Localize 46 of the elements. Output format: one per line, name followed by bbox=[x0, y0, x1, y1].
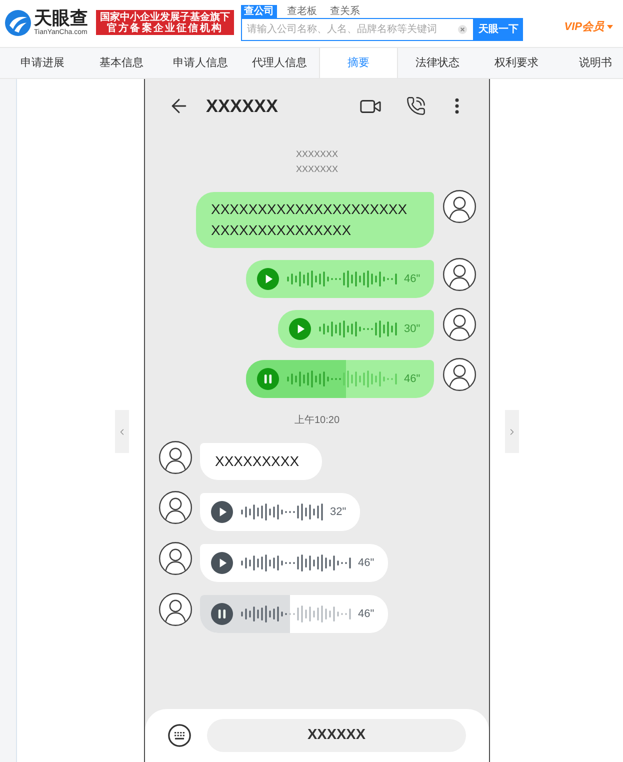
pause-icon[interactable] bbox=[257, 368, 279, 390]
nav-tab[interactable]: 代理人信息 bbox=[240, 48, 319, 78]
search-tab[interactable]: 查关系 bbox=[327, 5, 363, 18]
date-text: XXXXXXX bbox=[296, 163, 338, 176]
nav-tab[interactable]: 基本信息 bbox=[82, 48, 161, 78]
play-icon[interactable] bbox=[211, 501, 233, 523]
nav-tab[interactable]: 申请进展 bbox=[3, 48, 82, 78]
play-icon[interactable] bbox=[257, 268, 279, 290]
avatar-icon bbox=[159, 441, 192, 474]
badge-text: 国家中小企业发展子基金旗下 bbox=[100, 12, 230, 22]
keyboard-icon[interactable] bbox=[168, 724, 191, 747]
play-icon[interactable] bbox=[211, 552, 233, 574]
avatar-icon bbox=[443, 308, 476, 341]
chat-title: XXXXXX bbox=[206, 94, 280, 118]
avatar-icon bbox=[443, 258, 476, 291]
chat-message: XXXXXXXXXXXXXXXXXXXXXXXXXXXXXXXXXXXX bbox=[196, 192, 434, 248]
nav-tab[interactable]: 说明书 bbox=[556, 48, 623, 78]
voice-duration: 32" bbox=[330, 505, 346, 519]
avatar-icon bbox=[159, 593, 192, 626]
nav-tab[interactable]: 申请人信息 bbox=[161, 48, 240, 78]
voice-duration: 46" bbox=[358, 607, 374, 621]
time-label: 上午10:20 bbox=[294, 414, 340, 428]
pause-icon[interactable] bbox=[211, 603, 233, 625]
search-tab[interactable]: 查老板 bbox=[284, 5, 320, 18]
badge-text: 官方备案企业征信机构 bbox=[107, 22, 223, 34]
avatar-icon bbox=[159, 542, 192, 575]
logo-name: 天眼查 bbox=[34, 8, 89, 28]
avatar-icon bbox=[443, 190, 476, 223]
voice-duration: 30" bbox=[404, 322, 420, 336]
voice-input-button[interactable]: XXXXXX bbox=[207, 719, 466, 752]
voice-duration: 46" bbox=[404, 372, 420, 386]
nav-tab[interactable]: 权利要求 bbox=[477, 48, 556, 78]
clear-icon[interactable] bbox=[458, 25, 467, 34]
voice-duration: 46" bbox=[358, 556, 374, 570]
search-field[interactable]: 请输入公司名称、人名、品牌名称等关键词 bbox=[241, 18, 474, 41]
voice-duration: 46" bbox=[404, 272, 420, 286]
chat-message: XXXXXXXXX bbox=[200, 443, 322, 480]
avatar-icon bbox=[159, 491, 192, 524]
date-text: XXXXXXX bbox=[296, 148, 338, 161]
nav-tab[interactable]: 法律状态 bbox=[398, 48, 477, 78]
nav-tab[interactable]: 摘要 bbox=[319, 48, 398, 78]
logo-icon bbox=[5, 10, 31, 36]
phone-icon[interactable] bbox=[406, 96, 426, 116]
caret-icon bbox=[607, 25, 613, 29]
avatar-icon bbox=[443, 358, 476, 391]
play-icon[interactable] bbox=[289, 318, 311, 340]
